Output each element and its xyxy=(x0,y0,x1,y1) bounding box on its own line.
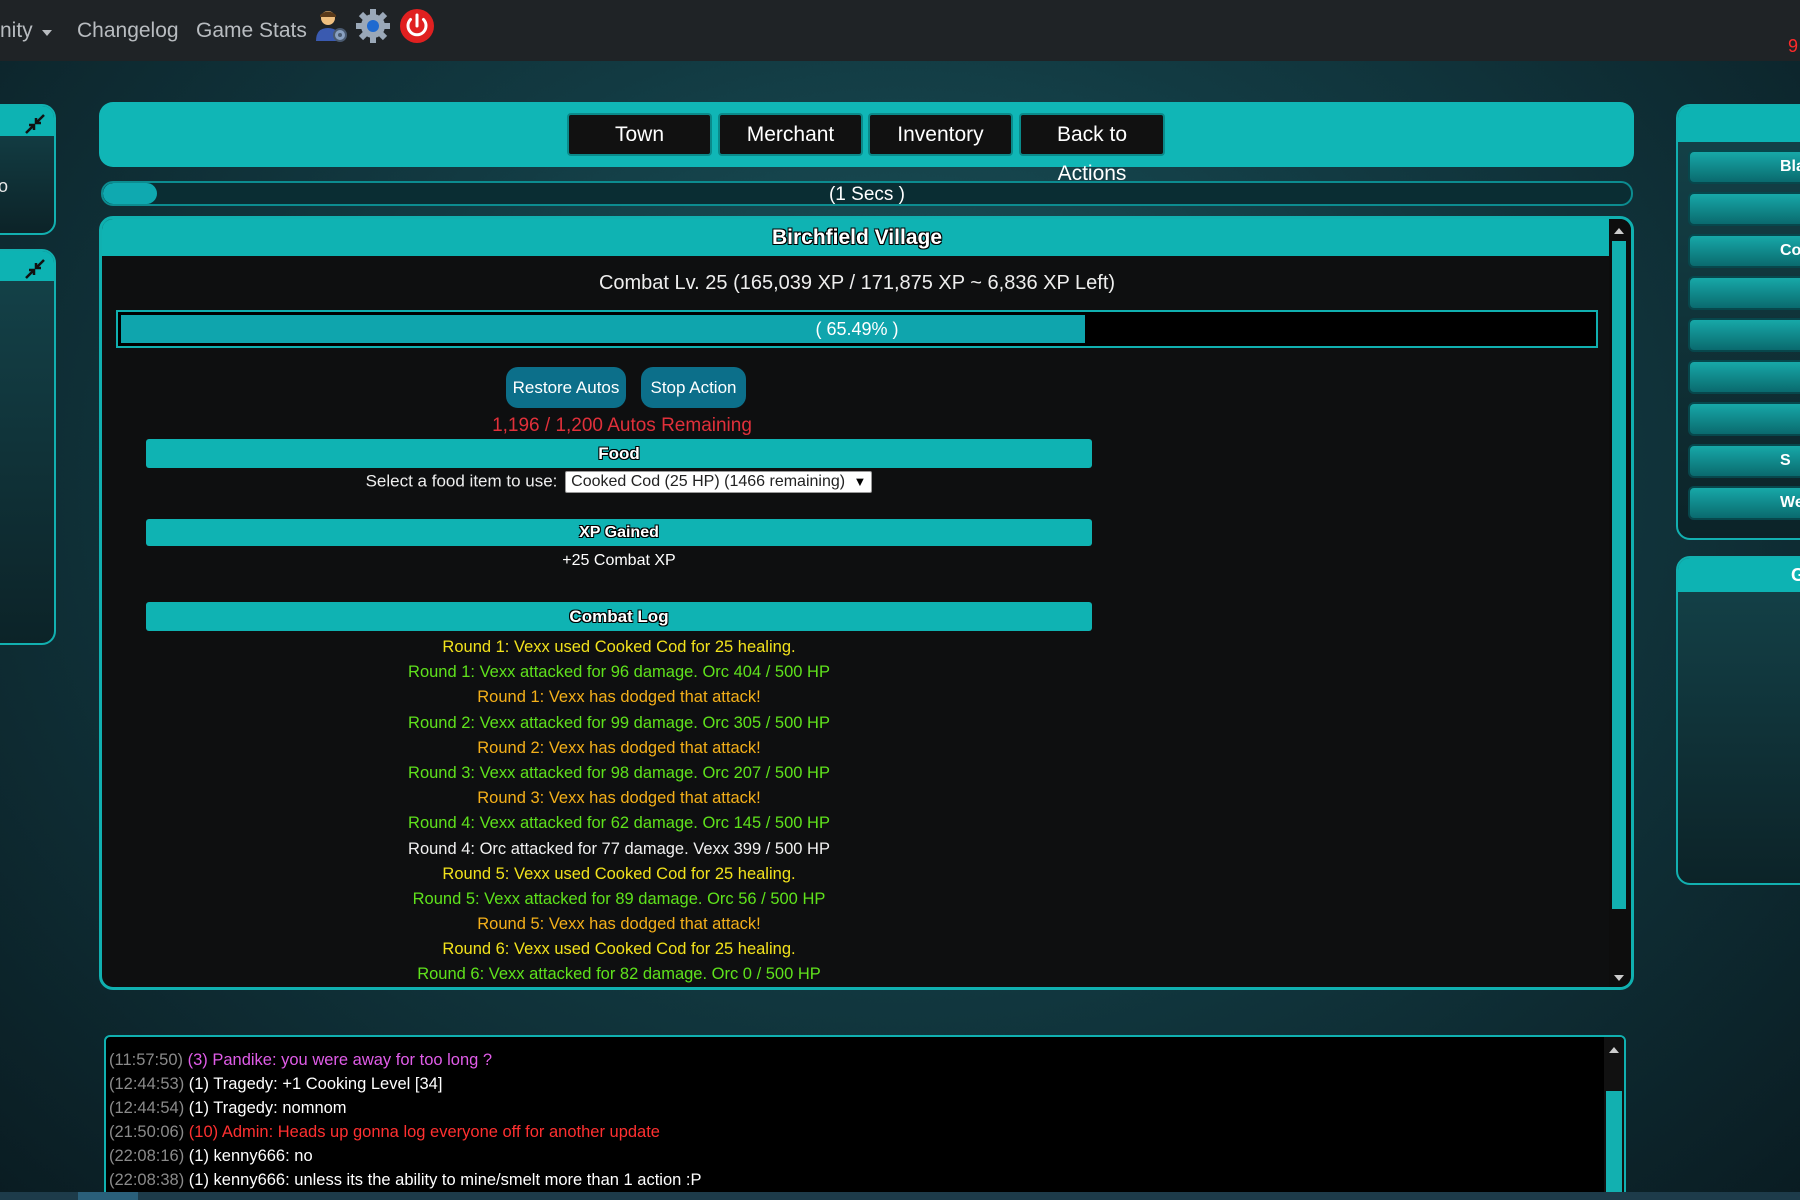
chat-message-text: (3) Pandike: you were away for too long … xyxy=(183,1051,493,1069)
nav-changelog-link[interactable]: Changelog xyxy=(77,19,179,43)
chat-timestamp: (22:08:38) xyxy=(109,1171,185,1189)
combat-log: Round 1: Vexx used Cooked Cod for 25 hea… xyxy=(146,635,1092,987)
combat-log-line: Round 1: Vexx used Cooked Cod for 25 hea… xyxy=(442,638,796,656)
restore-autos-button[interactable]: Restore Autos xyxy=(506,367,626,408)
action-timer-bar: (1 Secs ) xyxy=(101,181,1633,206)
combat-log-line: Round 5: Vexx used Cooked Cod for 25 hea… xyxy=(442,864,796,883)
left-panel-bottom xyxy=(0,249,56,645)
combat-panel: Birchfield Village Combat Lv. 25 (165,03… xyxy=(99,216,1634,990)
combat-log-line: Round 4: Vexx attacked for 62 damage. Or… xyxy=(408,814,830,833)
right-panel-button-2[interactable] xyxy=(1688,192,1800,226)
right-panel-button-4[interactable] xyxy=(1688,276,1800,310)
merchant-button[interactable]: Merchant xyxy=(718,113,863,156)
right-panel-button-9[interactable]: We xyxy=(1688,486,1800,520)
food-select-label: Select a food item to use: xyxy=(365,471,558,491)
nav-community-label: nity xyxy=(0,19,33,42)
chevron-down-icon xyxy=(41,29,52,36)
location-title: Birchfield Village xyxy=(102,219,1612,256)
combat-panel-scroll-thumb[interactable] xyxy=(1612,241,1626,909)
combat-log-line: Round 5: Vexx attacked for 89 damage. Or… xyxy=(412,889,826,908)
action-timer-text: (1 Secs ) xyxy=(828,184,906,205)
right-panel-button-8[interactable]: S xyxy=(1688,444,1800,478)
left-panel-text: o xyxy=(0,176,8,197)
right-panel-bottom: G xyxy=(1676,556,1800,885)
corner-counter: 9 xyxy=(1788,36,1799,56)
xp-progress-bar: ( 65.49% ) xyxy=(116,310,1598,348)
right-panel-bottom-header: G xyxy=(1678,558,1800,592)
chat-message: (12:44:54) (1) Tragedy: nomnom xyxy=(109,1099,347,1118)
right-panel-button-1[interactable]: Bla xyxy=(1688,150,1800,184)
nav-game-stats-link[interactable]: Game Stats xyxy=(196,19,307,43)
xp-progress-text: ( 65.49% ) xyxy=(815,319,899,339)
chat-timestamp: (12:44:54) xyxy=(109,1099,185,1117)
right-panel-button-7[interactable] xyxy=(1688,402,1800,436)
bottom-strip-accent xyxy=(78,1192,138,1200)
xp-gained-section-header: XP Gained xyxy=(146,519,1092,546)
combat-log-line: Round 1: Vexx attacked for 96 damage. Or… xyxy=(408,663,830,682)
combat-log-line: Round 6: Vexx attacked for 82 damage. Or… xyxy=(417,965,821,984)
chat-timestamp: (21:50:06) xyxy=(109,1123,185,1141)
autos-remaining-text: 1,196 / 1,200 Autos Remaining xyxy=(492,415,752,436)
town-button[interactable]: Town xyxy=(567,113,712,156)
minimize-icon[interactable] xyxy=(24,258,46,280)
right-panel-top: Bla Co S We xyxy=(1676,104,1800,540)
chat-message: (12:44:53) (1) Tragedy: +1 Cooking Level… xyxy=(109,1075,442,1094)
scroll-down-icon[interactable] xyxy=(1614,975,1624,981)
chat-message-text: (1) Tragedy: nomnom xyxy=(184,1099,347,1117)
chat-message-text: (1) kenny666: no xyxy=(184,1147,313,1165)
combat-log-line: Round 5: Vexx has dodged that attack! xyxy=(477,915,761,934)
chat-message-text: (1) Tragedy: +1 Cooking Level [34] xyxy=(184,1075,443,1093)
xp-gained-text: +25 Combat XP xyxy=(562,552,676,569)
power-icon[interactable] xyxy=(398,7,436,45)
chat-message-text: (10) Admin: Heads up gonna log everyone … xyxy=(184,1123,660,1141)
combat-log-line: Round 6: Vexx used Cooked Cod for 25 hea… xyxy=(442,940,796,959)
chat-message: (22:08:16) (1) kenny666: no xyxy=(109,1147,313,1166)
food-section-header: Food xyxy=(146,439,1092,468)
chat-message: (21:50:06) (10) Admin: Heads up gonna lo… xyxy=(109,1123,660,1142)
right-panel-button-3[interactable]: Co xyxy=(1688,234,1800,268)
chat-message-text: (1) kenny666: unless its the ability to … xyxy=(184,1171,702,1189)
food-select-value: Cooked Cod (25 HP) (1466 remaining) xyxy=(571,473,846,490)
chat-message: (11:57:50) (3) Pandike: you were away fo… xyxy=(109,1051,492,1070)
chat-scroll-thumb[interactable] xyxy=(1606,1091,1622,1198)
minimize-icon[interactable] xyxy=(24,113,46,135)
combat-log-line: Round 2: Vexx attacked for 99 damage. Or… xyxy=(408,713,830,732)
combat-log-line: Round 4: Orc attacked for 77 damage. Vex… xyxy=(408,839,830,858)
scroll-up-icon[interactable] xyxy=(1609,1047,1619,1053)
stop-action-button[interactable]: Stop Action xyxy=(641,367,746,408)
back-to-actions-button[interactable]: Back to Actions xyxy=(1019,113,1165,185)
nav-community-dropdown[interactable]: nity xyxy=(0,19,52,43)
left-panel-top: o xyxy=(0,104,56,235)
inventory-button[interactable]: Inventory xyxy=(868,113,1013,156)
gear-icon[interactable] xyxy=(354,7,392,45)
chat-timestamp: (11:57:50) xyxy=(109,1051,183,1069)
combat-log-line: Round 3: Vexx attacked for 98 damage. Or… xyxy=(408,763,830,782)
combat-log-line: Round 2: Vexx has dodged that attack! xyxy=(477,738,761,757)
chat-message: (22:08:38) (1) kenny666: unless its the … xyxy=(109,1171,701,1190)
combat-level-text: Combat Lv. 25 (165,039 XP / 171,875 XP ~… xyxy=(598,272,1116,294)
right-panel-button-6[interactable] xyxy=(1688,360,1800,394)
chat-scrollbar[interactable] xyxy=(1604,1037,1624,1198)
action-bar: Town Merchant Inventory Back to Actions xyxy=(99,102,1634,185)
right-panel-button-5[interactable] xyxy=(1688,318,1800,352)
scroll-up-icon[interactable] xyxy=(1614,228,1624,234)
combat-log-section-header: Combat Log xyxy=(146,602,1092,631)
chat-box: (11:57:50) (3) Pandike: you were away fo… xyxy=(104,1035,1626,1200)
right-panel-top-header xyxy=(1678,106,1800,142)
combat-log-line: Round 1: Vexx has dodged that attack! xyxy=(477,688,761,707)
chat-timestamp: (12:44:53) xyxy=(109,1075,185,1093)
chevron-down-icon: ▼ xyxy=(853,474,867,489)
food-select[interactable]: Cooked Cod (25 HP) (1466 remaining) ▼ xyxy=(565,471,873,493)
user-gear-icon[interactable] xyxy=(311,7,349,45)
top-navbar: nity Changelog Game Stats 9 xyxy=(0,0,1800,61)
chat-timestamp: (22:08:16) xyxy=(109,1147,185,1165)
combat-log-line: Round 3: Vexx has dodged that attack! xyxy=(477,789,761,808)
food-row: Select a food item to use: Cooked Cod (2… xyxy=(146,471,1092,493)
bottom-strip xyxy=(0,1192,1800,1200)
combat-panel-scrollbar[interactable] xyxy=(1609,219,1631,987)
